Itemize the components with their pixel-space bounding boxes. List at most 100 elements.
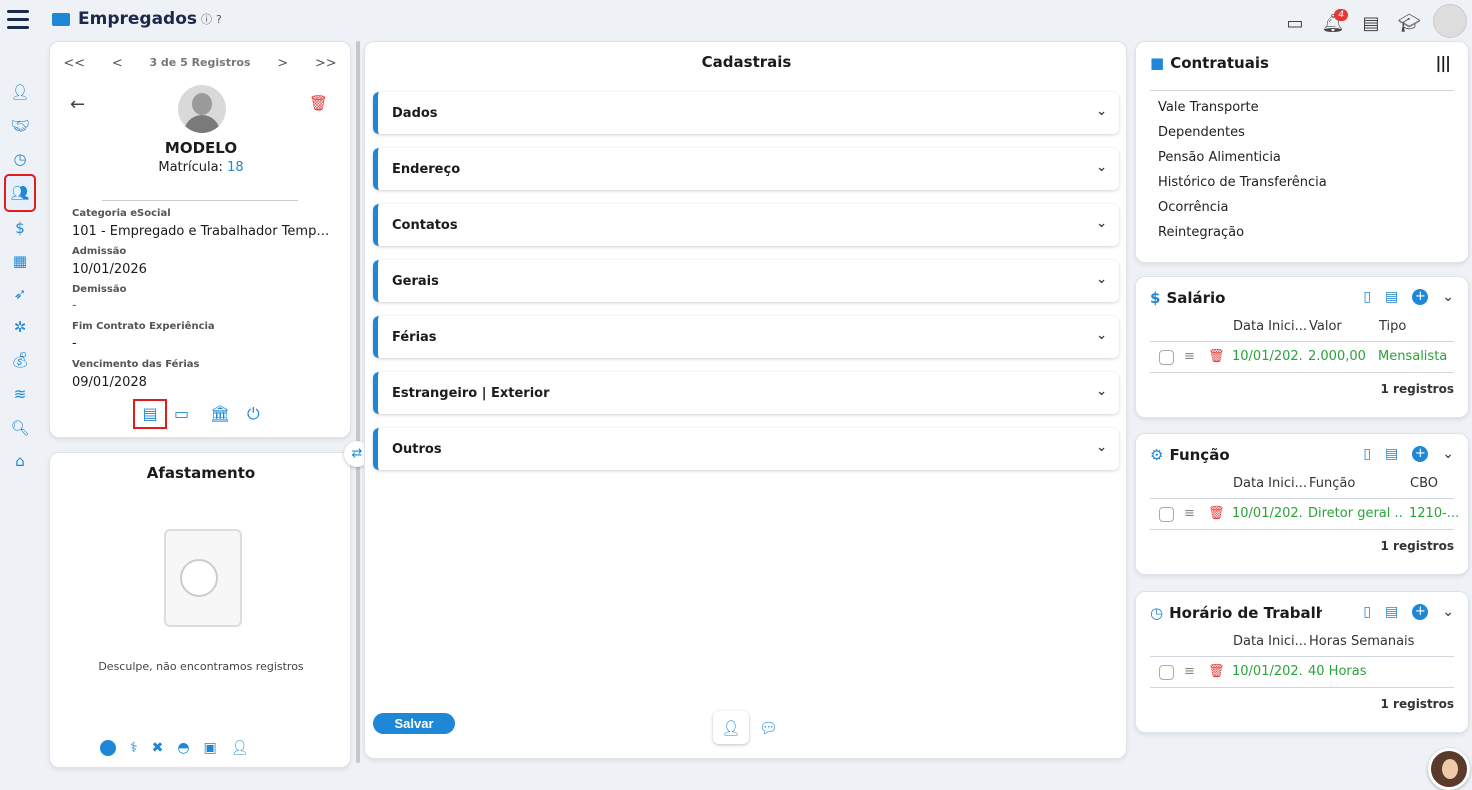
add-icon[interactable]: + <box>1412 446 1429 462</box>
employee-photo <box>178 85 226 133</box>
last-record-button[interactable]: >> <box>315 56 337 71</box>
trash-icon[interactable]: 🗑︎ <box>309 94 328 112</box>
back-arrow-icon[interactable]: ← <box>70 94 85 115</box>
matricula-label: Matrícula: <box>158 160 223 175</box>
row-checkbox[interactable] <box>1159 350 1174 365</box>
field-value: - <box>72 336 77 351</box>
record-navigation: << < 3 de 5 Registros > >> <box>50 56 350 71</box>
first-record-button[interactable]: << <box>63 56 85 71</box>
chat-icon[interactable]: 💬︎ <box>759 719 778 737</box>
drag-handle-icon[interactable]: ≡ <box>1184 506 1195 521</box>
section-outros[interactable]: Outros ⌄ <box>373 428 1119 470</box>
column-header[interactable]: Horas Semanais <box>1309 634 1414 649</box>
chevron-down-icon[interactable]: ⌄ <box>1442 289 1454 305</box>
save-button[interactable]: Salvar <box>373 713 455 734</box>
link-historico-transferencia[interactable]: Histórico de Transferência <box>1158 175 1327 190</box>
page-title: Empregados ⓘ ? <box>52 9 222 29</box>
link-dependentes[interactable]: Dependentes <box>1158 125 1245 140</box>
menu-icon[interactable] <box>7 10 29 34</box>
field-label: Fim Contrato Experiência <box>72 321 215 332</box>
id-card-icon[interactable]: ▭ <box>174 404 189 423</box>
divider <box>1150 90 1454 91</box>
tools-icon[interactable]: ✖ <box>152 740 164 756</box>
sidebar-clock-icon[interactable]: ◷ <box>9 148 31 170</box>
report-icon[interactable]: ▤ <box>1352 13 1390 34</box>
file-search-icon[interactable]: ▯ <box>1363 446 1371 462</box>
column-header[interactable]: Data Inici... <box>1233 319 1307 334</box>
next-record-button[interactable]: > <box>277 56 288 71</box>
help-icon[interactable]: ? <box>216 13 222 26</box>
columns-icon[interactable]: ||| <box>1435 53 1451 72</box>
section-contatos[interactable]: Contatos ⌄ <box>373 204 1119 246</box>
bank-icon[interactable]: 🏛︎ <box>210 404 230 423</box>
column-header[interactable]: CBO <box>1410 476 1438 491</box>
link-reintegracao[interactable]: Reintegração <box>1158 225 1244 240</box>
file-search-icon[interactable]: ▯ <box>1363 604 1371 620</box>
row-checkbox[interactable] <box>1159 507 1174 522</box>
add-icon[interactable]: + <box>1412 289 1429 305</box>
chevron-down-icon: ⌄ <box>1096 104 1107 119</box>
document-icon[interactable]: ▭ <box>1276 13 1314 34</box>
power-icon[interactable]: ⏻ <box>247 404 260 424</box>
link-pensao-alimenticia[interactable]: Pensão Alimenticia <box>1158 150 1281 165</box>
helmet-icon[interactable]: ◓ <box>177 740 189 756</box>
sidebar-user-icon[interactable]: 👤︎ <box>9 81 31 103</box>
drag-handle-icon[interactable]: ≡ <box>1184 664 1195 679</box>
scroll-icon[interactable]: ▤ <box>1385 446 1398 462</box>
salario-title-text: Salário <box>1166 289 1226 307</box>
sidebar-rocket-icon[interactable]: ➶ <box>9 283 31 305</box>
chevron-down-icon: ⌄ <box>1096 440 1107 455</box>
notification-badge: 4 <box>1334 9 1348 21</box>
sidebar-calculator-icon[interactable]: ▦ <box>9 250 31 272</box>
sidebar-money-bag-icon[interactable]: 💰︎ <box>9 349 31 371</box>
money-bag-icon: $ <box>1150 289 1161 307</box>
sidebar-network-icon[interactable]: ✲ <box>9 316 31 338</box>
news-icon[interactable]: ▤ <box>133 399 167 429</box>
sidebar-handshake-icon[interactable]: 🤝︎ <box>9 115 31 137</box>
cash-icon[interactable]: ▣ <box>204 740 217 756</box>
panel-scrollbar[interactable] <box>356 41 360 763</box>
sidebar-employees-icon[interactable]: 👥︎ <box>4 174 36 212</box>
column-header[interactable]: Valor <box>1309 319 1342 334</box>
sidebar-search-icon[interactable]: 🔍︎ <box>9 417 31 439</box>
chevron-down-icon: ⌄ <box>1096 328 1107 343</box>
trash-icon[interactable]: 🗑︎ <box>1208 506 1225 521</box>
contratuais-title-text: Contratuais <box>1170 54 1269 72</box>
trash-icon[interactable]: 🗑︎ <box>1208 664 1225 679</box>
section-gerais[interactable]: Gerais ⌄ <box>373 260 1119 302</box>
graduation-cap-icon[interactable]: 🎓︎ <box>1390 13 1428 34</box>
column-header[interactable]: Função <box>1309 476 1355 491</box>
sidebar-home-icon[interactable]: ⌂ <box>9 450 31 472</box>
stethoscope-icon[interactable]: ⚕ <box>130 740 138 756</box>
chevron-down-icon[interactable]: ⌄ <box>1442 604 1454 620</box>
link-vale-transporte[interactable]: Vale Transporte <box>1158 100 1259 115</box>
link-ocorrencia[interactable]: Ocorrência <box>1158 200 1228 215</box>
section-dados[interactable]: Dados ⌄ <box>373 92 1119 134</box>
scroll-icon[interactable]: ▤ <box>1385 289 1398 305</box>
column-header[interactable]: Data Inici... <box>1233 476 1307 491</box>
sidebar-layers-icon[interactable]: ≋ <box>9 383 31 405</box>
file-search-icon[interactable]: ▯ <box>1363 289 1371 305</box>
drag-handle-icon[interactable]: ≡ <box>1184 349 1195 364</box>
sidebar-dollar-icon[interactable]: $ <box>9 217 31 239</box>
bell-icon[interactable]: 🔔︎ 4 <box>1314 9 1352 34</box>
table-cell: 2.000,00 <box>1308 349 1366 364</box>
section-endereco[interactable]: Endereço ⌄ <box>373 148 1119 190</box>
chevron-down-icon[interactable]: ⌄ <box>1442 446 1454 462</box>
add-circle-icon[interactable] <box>100 740 116 756</box>
column-header[interactable]: Data Inici... <box>1233 634 1307 649</box>
column-header[interactable]: Tipo <box>1379 319 1406 334</box>
prev-record-button[interactable]: < <box>112 56 123 71</box>
row-checkbox[interactable] <box>1159 665 1174 680</box>
scroll-icon[interactable]: ▤ <box>1385 604 1398 620</box>
person-tab-icon[interactable]: 👤︎ <box>713 711 749 744</box>
trash-icon[interactable]: 🗑︎ <box>1208 349 1225 364</box>
info-icon[interactable]: ⓘ <box>201 11 212 27</box>
add-icon[interactable]: + <box>1412 604 1429 620</box>
user-x-icon[interactable]: 👤︎ <box>231 740 249 756</box>
assistant-avatar[interactable] <box>1428 748 1470 790</box>
assistant-face <box>1442 759 1458 779</box>
section-estrangeiro[interactable]: Estrangeiro | Exterior ⌄ <box>373 372 1119 414</box>
user-avatar[interactable] <box>1428 4 1472 43</box>
section-ferias[interactable]: Férias ⌄ <box>373 316 1119 358</box>
